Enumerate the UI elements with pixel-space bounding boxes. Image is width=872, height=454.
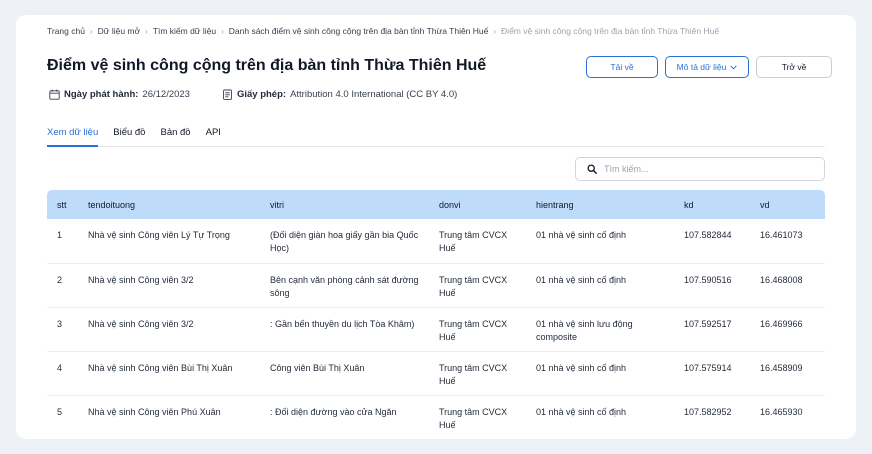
- cell-vitri: : Gần bến thuyền du lịch Tòa Khâm): [260, 307, 429, 352]
- cell-vitri: (Đối diện giàn hoa giấy gần bia Quốc Học…: [260, 219, 429, 264]
- cell-donvi: Trung tâm CVCX Huế: [429, 263, 526, 308]
- cell-stt: 5: [47, 395, 78, 439]
- tab-map[interactable]: Bản đồ: [160, 127, 190, 147]
- download-button[interactable]: Tải về: [586, 56, 658, 78]
- breadcrumb-open-data[interactable]: Dữ liệu mở: [98, 26, 140, 36]
- describe-data-button[interactable]: Mô tả dữ liệu: [665, 56, 749, 78]
- back-button-label: Trở về: [781, 62, 807, 72]
- column-header-hientrang[interactable]: hientrang: [526, 190, 674, 219]
- license: Giấy phép: Attribution 4.0 International…: [222, 89, 457, 100]
- cell-vitri: : Đối diện đường vào cửa Ngăn: [260, 395, 429, 439]
- cell-hientrang: 01 nhà vệ sinh lưu động composite: [526, 307, 674, 352]
- calendar-icon: [49, 89, 60, 100]
- tab-api[interactable]: API: [206, 127, 221, 147]
- table-row: 4 Nhà vệ sinh Công viên Bùi Thị Xuân Côn…: [47, 351, 825, 396]
- search-box: [575, 157, 825, 181]
- release-date-label: Ngày phát hành:: [64, 89, 139, 100]
- release-date: Ngày phát hành: 26/12/2023: [49, 89, 190, 100]
- dataset-meta: Ngày phát hành: 26/12/2023 Giấy phép: At…: [49, 89, 489, 100]
- chevron-right-icon: ›: [493, 26, 497, 36]
- column-header-vd[interactable]: vd: [750, 190, 825, 219]
- cell-kd: 107.592517: [674, 307, 750, 352]
- cell-vd: 16.461073: [750, 219, 825, 264]
- cell-stt: 2: [47, 263, 78, 308]
- cell-tendoituong: Nhà vệ sinh Công viên Lý Tự Trọng: [78, 219, 260, 264]
- column-header-donvi[interactable]: donvi: [429, 190, 526, 219]
- column-header-vitri[interactable]: vitri: [260, 190, 429, 219]
- cell-stt: 3: [47, 307, 78, 352]
- cell-vd: 16.465930: [750, 395, 825, 439]
- table-row: 5 Nhà vệ sinh Công viên Phú Xuân : Đối d…: [47, 395, 825, 439]
- chevron-right-icon: ›: [221, 26, 224, 36]
- breadcrumb-search[interactable]: Tìm kiếm dữ liệu: [153, 26, 216, 36]
- cell-donvi: Trung tâm CVCX Huế: [429, 219, 526, 264]
- column-header-kd[interactable]: kd: [674, 190, 750, 219]
- cell-tendoituong: Nhà vệ sinh Công viên 3/2: [78, 307, 260, 352]
- release-date-value: 26/12/2023: [142, 89, 190, 100]
- download-button-label: Tải về: [610, 62, 634, 72]
- cell-hientrang: 01 nhà vệ sinh cố định: [526, 263, 674, 308]
- cell-vd: 16.468008: [750, 263, 825, 308]
- back-button[interactable]: Trở về: [756, 56, 832, 78]
- cell-vitri: Bên cạnh văn phòng cảnh sát đường sông: [260, 263, 429, 308]
- license-label: Giấy phép:: [236, 89, 287, 100]
- view-tabs: Xem dữ liệu Biểu đồ Bản đồ API: [47, 127, 825, 147]
- cell-hientrang: 01 nhà vệ sinh cố định: [526, 219, 674, 264]
- cell-kd: 107.575914: [674, 351, 750, 396]
- cell-donvi: Trung tâm CVCX Huế: [429, 395, 526, 439]
- table-row: 3 Nhà vệ sinh Công viên 3/2 : Gần bến th…: [47, 307, 825, 352]
- document-icon: [223, 89, 232, 100]
- table-header-row: stt tendoituong vitri donvi hientrang kd…: [47, 190, 825, 219]
- cell-kd: 107.590516: [674, 263, 750, 308]
- chevron-down-icon: [730, 64, 738, 70]
- dataset-card: Trang chủ › Dữ liệu mở › Tìm kiếm dữ liệ…: [16, 15, 856, 439]
- breadcrumb-current: Điểm vệ sinh công cộng trên địa bàn tỉnh…: [501, 26, 720, 36]
- cell-vitri: Công viên Bùi Thị Xuân: [260, 351, 429, 396]
- cell-donvi: Trung tâm CVCX Huế: [429, 351, 526, 396]
- tab-chart[interactable]: Biểu đồ: [113, 127, 145, 147]
- cell-donvi: Trung tâm CVCX Huế: [429, 307, 526, 352]
- action-buttons: Tải về Mô tả dữ liệu Trở về: [586, 56, 832, 78]
- column-header-tendoituong[interactable]: tendoituong: [78, 190, 260, 219]
- cell-vd: 16.469966: [750, 307, 825, 352]
- cell-stt: 1: [47, 219, 78, 264]
- cell-vd: 16.458909: [750, 351, 825, 396]
- cell-tendoituong: Nhà vệ sinh Công viên 3/2: [78, 263, 260, 308]
- table-row: 1 Nhà vệ sinh Công viên Lý Tự Trọng (Đối…: [47, 219, 825, 264]
- tab-data-view[interactable]: Xem dữ liệu: [47, 127, 99, 147]
- breadcrumb-list[interactable]: Danh sách điểm vệ sinh công cộng trên đị…: [229, 26, 489, 36]
- table-row: 2 Nhà vệ sinh Công viên 3/2 Bên cạnh văn…: [47, 263, 825, 308]
- describe-data-button-label: Mô tả dữ liệu: [676, 62, 727, 72]
- search-icon: [587, 164, 597, 174]
- search-input[interactable]: [604, 164, 804, 174]
- license-value: Attribution 4.0 International (CC BY 4.0…: [290, 89, 458, 100]
- cell-tendoituong: Nhà vệ sinh Công viên Bùi Thị Xuân: [78, 351, 260, 396]
- breadcrumb-home[interactable]: Trang chủ: [47, 26, 85, 36]
- cell-hientrang: 01 nhà vệ sinh cố định: [526, 395, 674, 439]
- cell-hientrang: 01 nhà vệ sinh cố định: [526, 351, 674, 396]
- cell-kd: 107.582844: [674, 219, 750, 264]
- cell-stt: 4: [47, 351, 78, 396]
- cell-kd: 107.582952: [674, 395, 750, 439]
- cell-tendoituong: Nhà vệ sinh Công viên Phú Xuân: [78, 395, 260, 439]
- data-table-container: stt tendoituong vitri donvi hientrang kd…: [47, 190, 825, 439]
- data-table: stt tendoituong vitri donvi hientrang kd…: [47, 190, 825, 439]
- column-header-stt[interactable]: stt: [47, 190, 78, 219]
- chevron-right-icon: ›: [145, 26, 148, 36]
- chevron-right-icon: ›: [89, 26, 93, 36]
- page-title: Điểm vệ sinh công cộng trên địa bàn tỉnh…: [47, 57, 487, 74]
- breadcrumb: Trang chủ › Dữ liệu mở › Tìm kiếm dữ liệ…: [47, 26, 719, 36]
